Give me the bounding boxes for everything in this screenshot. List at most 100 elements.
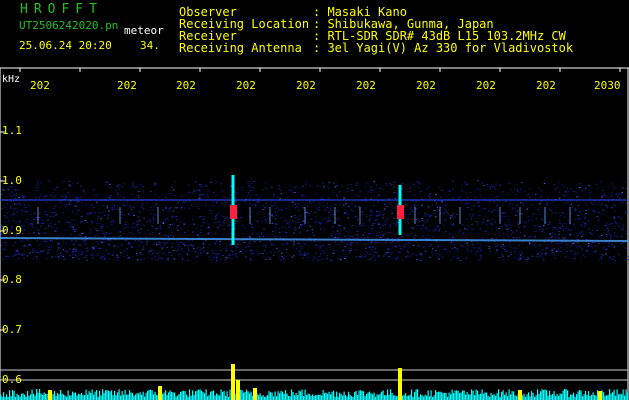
noise-speckle [438, 258, 440, 260]
noise-speckle [417, 218, 419, 220]
noise-speckle [527, 220, 530, 222]
noise-speckle [488, 200, 491, 202]
noise-speckle [197, 234, 199, 236]
noise-speckle [361, 257, 364, 259]
noise-speckle [350, 209, 353, 211]
noise-speckle [626, 227, 628, 229]
noise-speckle [181, 195, 183, 197]
noise-speckle [46, 201, 48, 203]
noise-speckle [301, 223, 303, 225]
noise-speckle [18, 253, 20, 255]
noise-speckle [196, 206, 198, 207]
noise-speckle [53, 196, 56, 198]
activity-bar [240, 389, 242, 400]
noise-speckle [172, 210, 175, 212]
activity-bar [415, 389, 417, 400]
noise-speckle [429, 237, 431, 239]
noise-speckle [153, 206, 156, 208]
noise-speckle [137, 216, 140, 218]
noise-speckle [589, 197, 592, 199]
noise-speckle [341, 241, 343, 242]
noise-speckle [158, 233, 160, 235]
noise-speckle [622, 224, 624, 226]
noise-speckle [189, 200, 192, 202]
noise-speckle [381, 235, 383, 237]
noise-speckle [90, 253, 93, 254]
noise-speckle [488, 246, 491, 248]
noise-speckle [620, 235, 623, 237]
noise-speckle [500, 206, 503, 208]
noise-speckle [529, 236, 532, 238]
noise-speckle [382, 225, 384, 227]
noise-speckle [279, 187, 281, 189]
noise-speckle [26, 255, 28, 257]
noise-speckle [542, 257, 544, 259]
noise-speckle [502, 244, 504, 246]
noise-speckle [414, 194, 416, 196]
noise-speckle [326, 258, 328, 260]
noise-speckle [96, 254, 99, 256]
noise-speckle [297, 218, 300, 220]
noise-speckle [422, 246, 425, 248]
noise-speckle [200, 248, 203, 250]
noise-speckle [365, 216, 368, 218]
noise-speckle [221, 216, 224, 218]
noise-speckle [320, 197, 322, 199]
noise-speckle [92, 248, 95, 250]
noise-speckle [392, 223, 395, 225]
activity-bar [213, 390, 215, 400]
x-tick-label: 202 [30, 79, 50, 92]
noise-speckle [501, 215, 503, 217]
noise-speckle [498, 257, 500, 258]
noise-speckle [321, 258, 323, 260]
activity-bar [439, 391, 441, 400]
noise-speckle [387, 251, 390, 253]
noise-speckle [622, 202, 624, 204]
activity-spike [48, 390, 52, 400]
noise-speckle [94, 235, 96, 237]
noise-speckle [119, 231, 121, 233]
noise-speckle [504, 212, 506, 214]
noise-speckle [343, 197, 345, 199]
noise-speckle [75, 201, 78, 203]
noise-speckle [274, 211, 277, 213]
noise-speckle [394, 197, 397, 199]
noise-speckle [223, 228, 225, 230]
activity-bar [385, 395, 387, 400]
noise-speckle [449, 190, 451, 192]
noise-speckle [527, 257, 529, 259]
noise-speckle [417, 258, 420, 260]
noise-speckle [329, 246, 332, 248]
activity-bar [150, 389, 152, 400]
noise-speckle [577, 252, 579, 254]
noise-speckle [167, 257, 169, 259]
noise-speckle [16, 250, 19, 252]
noise-speckle [131, 256, 134, 258]
noise-speckle [563, 186, 566, 188]
noise-speckle [607, 200, 610, 202]
noise-speckle [199, 184, 201, 186]
noise-speckle [73, 243, 75, 245]
noise-speckle [52, 187, 54, 189]
noise-speckle [451, 224, 453, 226]
noise-speckle [516, 205, 518, 207]
noise-speckle [359, 190, 361, 192]
noise-speckle [291, 221, 294, 222]
noise-speckle [206, 186, 208, 188]
activity-bar [180, 392, 182, 400]
noise-speckle [614, 221, 617, 223]
noise-speckle [142, 208, 145, 210]
noise-speckle [392, 240, 394, 242]
noise-speckle [395, 246, 397, 248]
noise-speckle [130, 207, 132, 209]
noise-speckle [602, 189, 604, 191]
noise-speckle [613, 216, 615, 218]
noise-speckle [96, 201, 98, 203]
noise-speckle [598, 259, 601, 261]
noise-speckle [415, 218, 418, 220]
noise-speckle [210, 213, 213, 215]
noise-speckle [187, 250, 190, 252]
noise-speckle [247, 181, 250, 183]
noise-speckle [330, 204, 332, 206]
noise-speckle [21, 209, 23, 211]
